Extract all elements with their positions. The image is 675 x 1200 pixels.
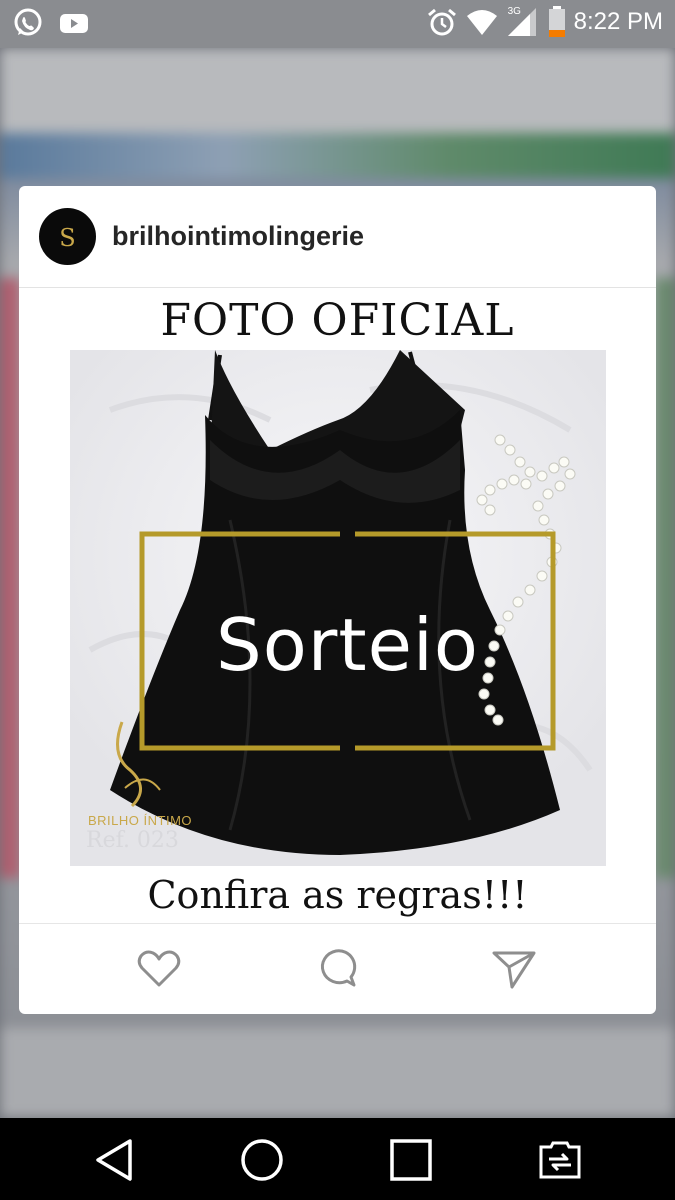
heart-icon[interactable] (135, 945, 183, 993)
reference-label: Ref. 023 (86, 828, 179, 853)
navigation-bar (0, 1118, 675, 1200)
post-caption-text: Confira as regras!!! (147, 873, 528, 917)
network-type-label: 3G (507, 6, 521, 17)
whatsapp-icon (14, 8, 42, 36)
youtube-icon (60, 14, 88, 33)
brand-watermark: BRILHO ÍNTIMO (88, 813, 193, 828)
battery-icon (548, 6, 565, 37)
clock: 8:22 PM (573, 8, 663, 35)
switch-sim-icon[interactable] (537, 1137, 583, 1183)
status-bar: 3G 8:22 PM (0, 0, 675, 48)
share-icon[interactable] (490, 945, 538, 993)
product-photo: Sorteio BRILHO ÍNTIMO Ref. 023 (70, 350, 606, 866)
wifi-icon (466, 10, 497, 35)
post-image[interactable]: FOTO OFICIAL Sorteio BRILHO ÍNTIMO Ref. … (19, 289, 656, 923)
cell-signal-icon: 3G (506, 6, 540, 38)
post-header: S brilhointimolingerie (19, 186, 656, 288)
home-icon[interactable] (239, 1137, 285, 1183)
alarm-icon (427, 8, 456, 36)
avatar[interactable]: S (39, 208, 96, 265)
recents-icon[interactable] (388, 1137, 434, 1183)
post-actions-bar (19, 923, 656, 1014)
back-icon[interactable] (92, 1137, 138, 1183)
brand-logo-icon: S (59, 223, 76, 252)
overlay-text: Sorteio (216, 603, 479, 687)
post-preview-dialog: S brilhointimolingerie FOTO OFICIAL Sort… (19, 186, 656, 1014)
username[interactable]: brilhointimolingerie (112, 221, 364, 252)
comment-icon[interactable] (312, 945, 360, 993)
post-title: FOTO OFICIAL (160, 295, 515, 346)
